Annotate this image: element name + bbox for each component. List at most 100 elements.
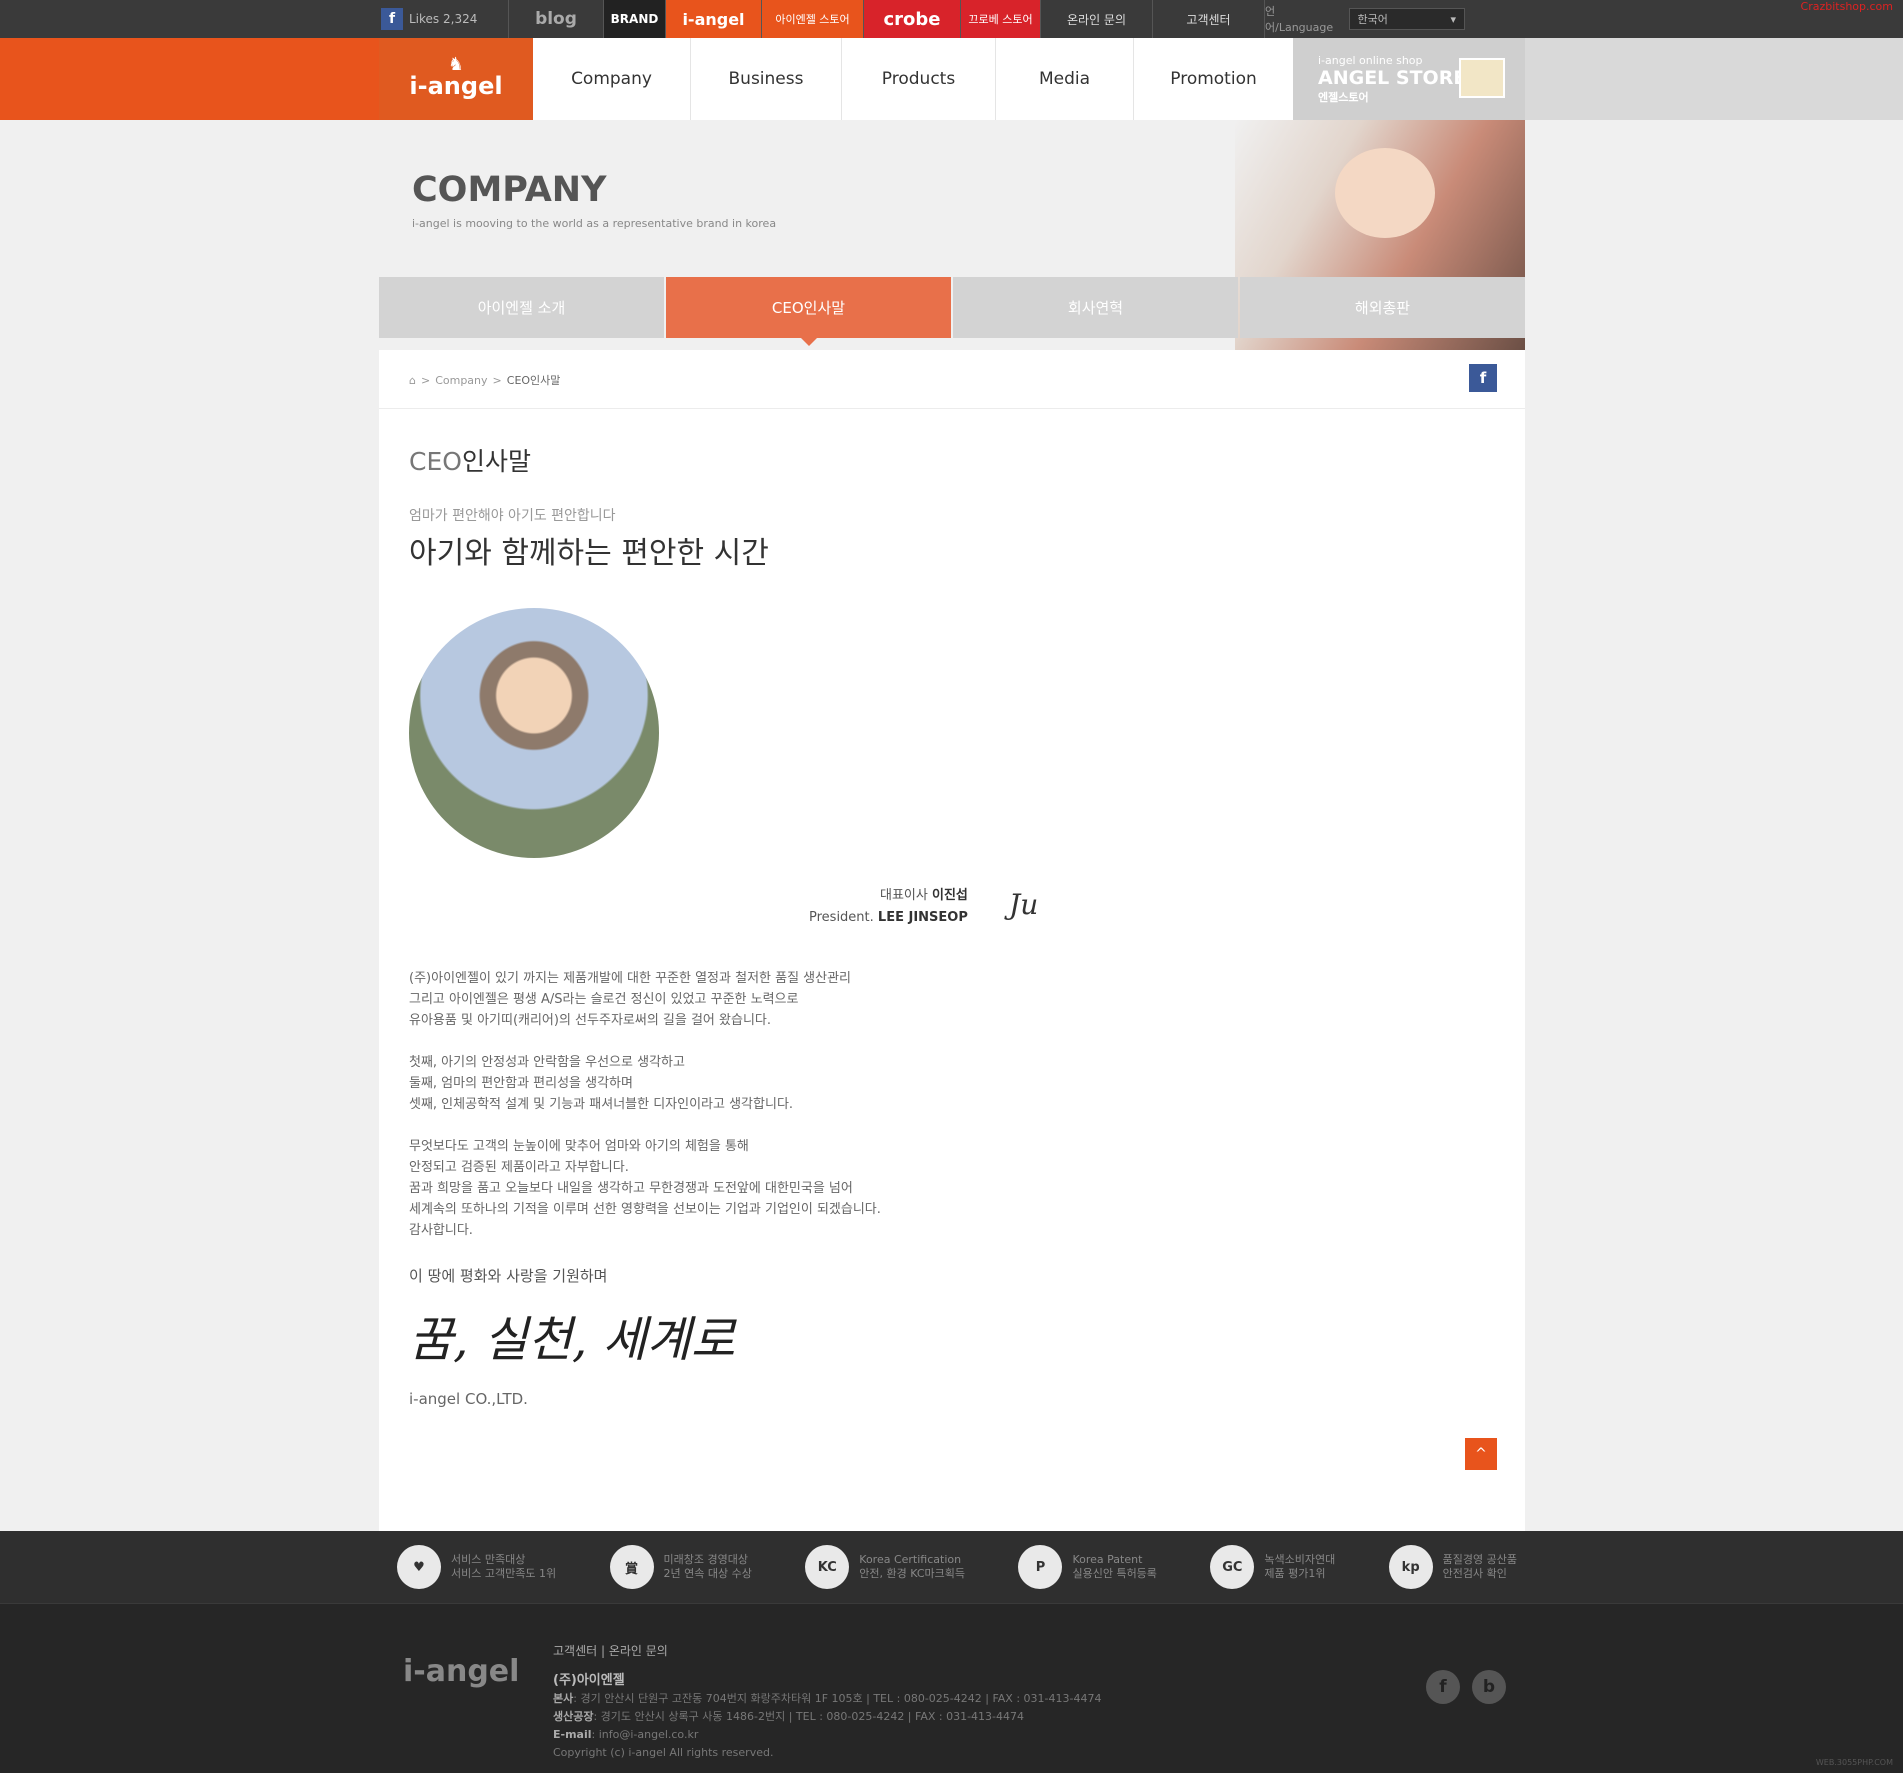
text-line: 그리고 아이엔젤은 평생 A/S라는 슬로건 정신이 있었고 꾸준한 노력으로	[409, 992, 799, 1007]
iangel-store-link[interactable]: 아이엔젤 스토어	[762, 0, 864, 38]
top-bar: f Likes 2,324 blog BRAND i-angel 아이엔젤 스토…	[0, 0, 1903, 38]
text-line: 무엇보다도 고객의 눈높이에 맞추어 엄마와 아기의 체험을 통해	[409, 1139, 749, 1154]
chevron-up-icon: ^	[1475, 1446, 1487, 1462]
page-title-prefix: CEO	[409, 447, 462, 476]
nav-media[interactable]: Media	[996, 38, 1134, 120]
home-icon[interactable]: ⌂	[409, 374, 416, 387]
text-line: (주)아이엔젤이 있기 까지는 제품개발에 대한 꾸준한 열정과 철저한 품질 …	[409, 971, 852, 986]
angel-store-banner[interactable]: i-angel online shop ANGEL STORE 엔젤스토어	[1293, 38, 1525, 120]
text-line: 꿈과 희망을 품고 오늘보다 내일을 생각하고 무한경쟁과 도전앞에 대한민국을…	[409, 1181, 853, 1196]
award-text: Korea Certification 안전, 환경 KC마크획득	[859, 1553, 965, 1581]
seal-award-icon: 賞	[609, 1545, 654, 1589]
corner-watermark: Crazbitshop.com	[1800, 0, 1893, 13]
tagline-large: 아기와 함께하는 편안한 시간	[409, 536, 769, 571]
award-line: 품질경영 공산품	[1442, 1553, 1517, 1566]
tagline-small: 엄마가 편안해야 아기도 편안합니다	[409, 508, 616, 524]
breadcrumb-company[interactable]: Company	[435, 374, 487, 387]
language-dropdown[interactable]: 한국어 ▾	[1348, 8, 1465, 30]
award-item: KC Korea Certification 안전, 환경 KC마크획득	[805, 1545, 965, 1589]
heart-award-icon: ♥	[397, 1545, 441, 1589]
ceo-title-en: President.	[809, 910, 874, 925]
hero-title: COMPANY	[412, 170, 607, 210]
closing-prayer: 이 땅에 평화와 사랑을 기원하며	[409, 1267, 608, 1285]
nav-promotion[interactable]: Promotion	[1134, 38, 1293, 120]
awards-bar: ♥ 서비스 만족대상 서비스 고객만족도 1위 賞 미래창조 경영대상 2년 연속 …	[0, 1531, 1903, 1603]
social-links: f b	[1426, 1670, 1506, 1704]
breadcrumb-separator: >	[492, 373, 502, 387]
text-line: 세계속의 또하나의 기적을 이루며 선한 영향력을 선보이는 기업과 기업인이 …	[409, 1202, 881, 1217]
award-text: 품질경영 공산품 안전검사 확인	[1443, 1553, 1517, 1581]
hero-subtitle: i-angel is mooving to the world as a rep…	[412, 217, 777, 230]
crobe-store-link[interactable]: 끄로베 스토어	[961, 0, 1041, 38]
nav-company[interactable]: Company	[533, 38, 691, 120]
award-line: 서비스 고객만족도 1위	[451, 1567, 557, 1580]
tab-ceo-greeting[interactable]: CEO인사말	[666, 277, 951, 346]
label: 생산공장	[553, 1710, 594, 1723]
customer-center-link[interactable]: 고객센터	[1153, 0, 1265, 38]
main-header: ♞ i-angel Company Business Products Medi…	[0, 38, 1903, 120]
sub-tabs: 아이엔젤 소개 CEO인사말 회사연혁 해외총판	[379, 277, 1525, 346]
breadcrumb-separator: >	[420, 373, 431, 387]
scroll-top-button[interactable]: ^	[1465, 1438, 1497, 1470]
kp-mark-icon: kp	[1388, 1545, 1433, 1589]
award-text: Korea Patent 실용신안 특허등록	[1072, 1553, 1156, 1581]
award-text: 서비스 만족대상 서비스 고객만족도 1위	[451, 1553, 556, 1581]
footer-links[interactable]: 고객센터 | 온라인 문의	[553, 1642, 1101, 1660]
language-label: 언어/Language	[1265, 5, 1334, 34]
greeting-body: (주)아이엔젤이 있기 까지는 제품개발에 대한 꾸준한 열정과 철저한 품질 …	[409, 968, 881, 1262]
brand-label: BRAND	[604, 0, 666, 38]
facebook-share-button[interactable]: f	[1469, 364, 1497, 392]
paragraph: (주)아이엔젤이 있기 까지는 제품개발에 대한 꾸준한 열정과 철저한 품질 …	[409, 968, 881, 1031]
award-line: Korea Patent	[1072, 1553, 1143, 1566]
kangaroo-icon: ♞	[447, 54, 465, 75]
company-name: i-angel CO.,LTD.	[409, 1390, 528, 1408]
page-title: CEO인사말	[409, 442, 531, 478]
text-line: 감사합니다.	[409, 1223, 473, 1238]
tab-overseas[interactable]: 해외총판	[1240, 277, 1525, 338]
language-value: 한국어	[1357, 13, 1388, 26]
tab-history[interactable]: 회사연혁	[953, 277, 1238, 338]
main-content: ⌂ > Company > CEO인사말 f CEO인사말 엄마가 편안해야 아…	[379, 350, 1525, 1531]
label: 본사	[553, 1692, 574, 1705]
green-consumer-icon: GC	[1210, 1545, 1255, 1589]
tab-about[interactable]: 아이엔젤 소개	[379, 277, 664, 338]
baby-image	[1335, 148, 1435, 238]
award-item: kp 품질경영 공산품 안전검사 확인	[1388, 1545, 1517, 1589]
nav-business[interactable]: Business	[691, 38, 842, 120]
handwritten-motto: 꿈, 실천, 세계로	[409, 1312, 735, 1368]
facebook-icon: f	[381, 8, 403, 30]
breadcrumb-current: CEO인사말	[506, 374, 561, 387]
award-line: 녹색소비자연대	[1264, 1553, 1336, 1566]
nav-products[interactable]: Products	[842, 38, 996, 120]
ceo-portrait	[409, 608, 659, 858]
blog-icon[interactable]: b	[1472, 1670, 1506, 1704]
award-text: 미래창조 경영대상 2년 연속 대상 수상	[664, 1553, 752, 1581]
site-footer: i-angel 고객센터 | 온라인 문의 (주)아이엔젤 본사: 경기 안산시…	[0, 1603, 1903, 1773]
blog-link[interactable]: blog	[509, 0, 604, 38]
award-text: 녹색소비자연대 제품 평가1위	[1264, 1553, 1335, 1581]
text-line: 안정되고 검증된 제품이라고 자부합니다.	[409, 1160, 629, 1175]
ceo-role: 대표이사	[880, 888, 928, 903]
award-line: 실용신안 특허등록	[1072, 1567, 1157, 1580]
footer-copyright: Copyright (c) i-angel All rights reserve…	[553, 1746, 774, 1759]
facebook-icon[interactable]: f	[1426, 1670, 1460, 1704]
iangel-brand-link[interactable]: i-angel	[666, 0, 762, 38]
award-item: ♥ 서비스 만족대상 서비스 고객만족도 1위	[397, 1545, 556, 1589]
footer-logo: i-angel	[403, 1654, 520, 1689]
award-line: 미래창조 경영대상	[663, 1553, 748, 1566]
text-line: 둘째, 엄마의 편안함과 편리성을 생각하며	[409, 1076, 633, 1091]
facebook-likes[interactable]: f Likes 2,324	[379, 0, 509, 38]
crobe-brand-link[interactable]: crobe	[864, 0, 961, 38]
store-icon	[1459, 58, 1505, 98]
divider	[379, 408, 1525, 409]
site-logo[interactable]: ♞ i-angel	[379, 38, 533, 120]
footer-info: 고객센터 | 온라인 문의 (주)아이엔젤 본사: 경기 안산시 단원구 고잔동…	[553, 1642, 1101, 1762]
ceo-name-en: LEE JINSEOP	[877, 910, 968, 925]
award-item: GC 녹색소비자연대 제품 평가1위	[1210, 1545, 1335, 1589]
online-inquiry-link[interactable]: 온라인 문의	[1041, 0, 1153, 38]
likes-count: Likes 2,324	[409, 12, 478, 26]
patent-icon: P	[1018, 1545, 1063, 1589]
chevron-down-icon: ▾	[1450, 12, 1456, 26]
value: : 경기 안산시 단원구 고잔동 704번지 화랑주차타워 1F 105호 | …	[573, 1692, 1102, 1705]
paragraph: 첫째, 아기의 안정성과 안락함을 우선으로 생각하고 둘째, 엄마의 편안함과…	[409, 1052, 881, 1115]
